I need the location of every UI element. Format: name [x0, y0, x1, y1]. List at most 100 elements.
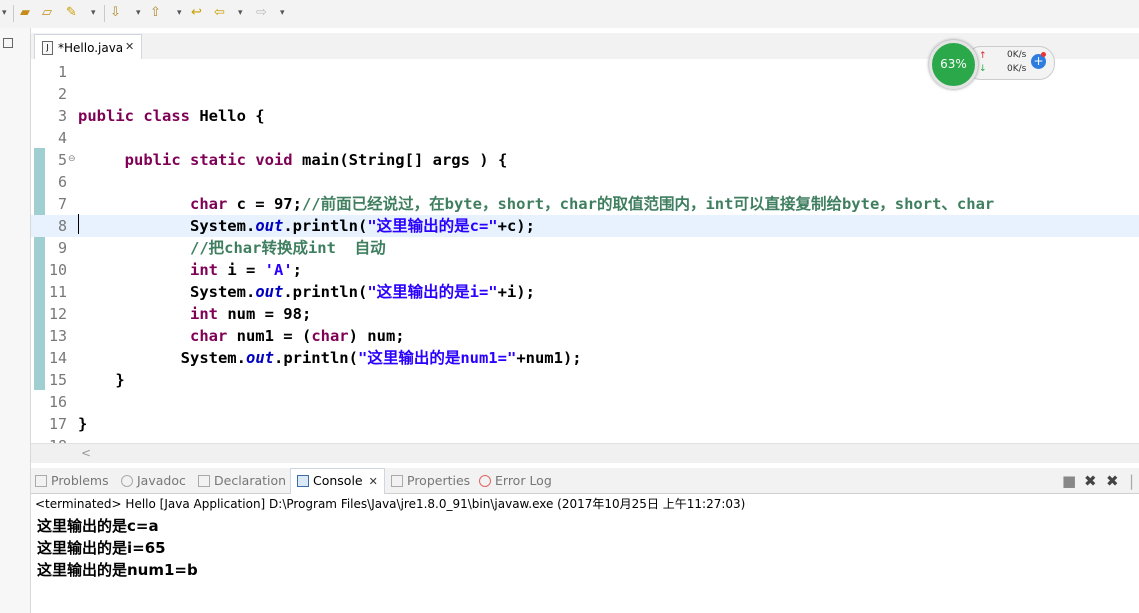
restore-view-icon[interactable] [3, 38, 13, 48]
upload-arrow-icon: ↑ [979, 51, 987, 61]
code-text: System.out.println("这里输出的是i="+i); [78, 283, 535, 301]
line-number: 6 [57, 173, 67, 191]
memory-usage-badge[interactable]: 63% [929, 40, 978, 89]
code-line[interactable]: 8 System.out.println("这里输出的是c="+c); [31, 215, 1139, 237]
code-text: } [78, 415, 88, 433]
line-number: 1 [57, 63, 67, 81]
code-line[interactable]: 13 char num1 = (char) num; [31, 325, 1139, 347]
toolbar-dropdown-icon[interactable]: ▾ [91, 5, 96, 21]
back-arrow-icon[interactable]: ⇦ [214, 5, 225, 21]
code-line[interactable]: 15 } [31, 369, 1139, 391]
line-number: 16 [48, 393, 67, 411]
forward-arrow-icon[interactable]: ⇨ [256, 5, 267, 21]
code-text: System.out.println("这里输出的是c="+c); [78, 217, 535, 235]
tab-properties[interactable]: Properties [391, 473, 470, 489]
toolbar-separator [104, 5, 105, 22]
line-number: 10 [48, 261, 67, 279]
tab-javadoc[interactable]: Javadoc [121, 473, 186, 489]
code-text: int i = 'A'; [189, 261, 302, 279]
code-line[interactable]: 7 char c = 97;//前面已经说过，在byte，short，char的… [31, 193, 1139, 215]
code-line[interactable]: 17} [31, 413, 1139, 435]
download-arrow-icon: ↓ [979, 64, 987, 74]
console-output-line: 这里输出的是i=65 [37, 539, 166, 557]
tab-hello-java[interactable]: J *Hello.java ✕ [34, 34, 142, 59]
code-line[interactable]: 4 [31, 127, 1139, 149]
close-console-icon[interactable]: ✕ [369, 475, 378, 488]
line-number: 15 [48, 371, 67, 389]
open-type-icon[interactable]: ▰ [20, 5, 30, 21]
line-number: 17 [48, 415, 67, 433]
properties-icon [391, 475, 403, 487]
toolbar-dropdown-icon[interactable]: ▾ [136, 5, 141, 21]
code-line[interactable]: 16 [31, 391, 1139, 413]
network-monitor-widget[interactable]: ↑ 0K/s ↓ 0K/s + 63% [925, 38, 1055, 89]
toolbar-dropdown-icon[interactable]: ▾ [280, 5, 285, 21]
code-line[interactable]: 14 System.out.println("这里输出的是num1="+num1… [31, 347, 1139, 369]
line-number: 18 [31, 435, 67, 443]
previous-annotation-icon[interactable]: ⇧ [150, 5, 161, 21]
tab-declaration[interactable]: Declaration [198, 473, 286, 489]
code-text: //把char转换成int 自动 [189, 239, 386, 257]
code-line[interactable]: 18 [31, 435, 1139, 443]
code-line[interactable]: 6 [31, 171, 1139, 193]
scroll-left-icon[interactable]: < [81, 446, 91, 460]
code-text: char c = 97;//前面已经说过，在byte，short，char的取值… [189, 195, 995, 213]
last-edit-icon[interactable]: ↩ [191, 5, 202, 21]
line-number: 8 [57, 217, 67, 235]
code-line[interactable]: 12 int num = 98; [31, 303, 1139, 325]
console-separator: | [1129, 472, 1135, 490]
code-text: public static void main(String[] args ) … [124, 151, 508, 169]
tab-title: *Hello.java [58, 41, 124, 55]
line-number: 2 [57, 85, 67, 103]
tab-console[interactable]: Console ✕ [290, 468, 385, 494]
console-status-line: <terminated> Hello [Java Application] D:… [35, 497, 746, 511]
code-line[interactable]: 11 System.out.println("这里输出的是i="+i); [31, 281, 1139, 303]
next-annotation-icon[interactable]: ⇩ [110, 5, 121, 21]
line-number: 3 [57, 107, 67, 125]
editor-horizontal-scrollbar[interactable]: < [31, 443, 1139, 463]
terminate-icon[interactable]: ■ [1062, 472, 1076, 490]
text-caret [78, 214, 79, 234]
tab-problems[interactable]: Problems [35, 473, 109, 489]
code-text: public class Hello { [78, 107, 265, 125]
close-tab-icon[interactable]: ✕ [125, 40, 134, 53]
line-number: 13 [48, 327, 67, 345]
toolbar-dropdown-icon[interactable]: ▾ [2, 5, 7, 21]
code-editor[interactable]: 1 2 3 public class Hello { 4 5 ⊖ public static… [31, 59, 1139, 443]
toolbar-separator [13, 5, 14, 22]
code-line[interactable]: 10 int i = 'A'; [31, 259, 1139, 281]
fold-collapse-icon[interactable]: ⊖ [68, 149, 76, 169]
code-text: System.out.println("这里输出的是num1="+num1); [78, 349, 582, 367]
line-number: 9 [57, 239, 67, 257]
tab-error-log[interactable]: Error Log [479, 473, 552, 489]
upload-rate: 0K/s [1007, 50, 1027, 60]
main-toolbar: ▾ ▰ ▱ ✎ ▾ ⇩ ▾ ⇧ ▾ ↩ ⇦ ▾ ⇨ ▾ [0, 0, 1139, 28]
remove-launch-icon[interactable]: ✖ [1084, 472, 1097, 490]
problems-icon [35, 475, 47, 487]
line-number: 5 [57, 151, 67, 169]
line-number: 14 [48, 349, 67, 367]
console-icon [297, 475, 309, 487]
line-number: 7 [57, 195, 67, 213]
download-rate: 0K/s [1007, 64, 1027, 74]
code-text: } [78, 371, 125, 389]
console-tab-bar: Problems Javadoc Declaration Console ✕ Pr… [31, 468, 1139, 494]
java-file-icon: J [42, 41, 53, 55]
console-output-line: 这里输出的是c=a [37, 517, 159, 535]
open-folder-icon[interactable]: ▱ [42, 5, 52, 21]
console-output-line: 这里输出的是num1=b [37, 561, 198, 579]
code-line[interactable]: 9 //把char转换成int 自动 [31, 237, 1139, 259]
code-line[interactable]: 5 ⊖ public static void main(String[] args… [31, 149, 1139, 171]
toolbar-dropdown-icon[interactable]: ▾ [177, 5, 182, 21]
code-line[interactable]: 3 public class Hello { [31, 105, 1139, 127]
toolbar-dropdown-icon[interactable]: ▾ [238, 5, 243, 21]
run-tool-icon[interactable]: ✎ [66, 5, 77, 21]
line-number: 4 [57, 129, 67, 147]
error-log-icon [479, 475, 491, 487]
remove-all-launches-icon[interactable]: ✖ [1106, 472, 1119, 490]
notification-dot [1041, 52, 1046, 57]
code-text: char num1 = (char) num; [189, 327, 405, 345]
code-line[interactable]: 2 [31, 83, 1139, 105]
declaration-icon [198, 475, 210, 487]
left-view-strip [0, 28, 31, 613]
